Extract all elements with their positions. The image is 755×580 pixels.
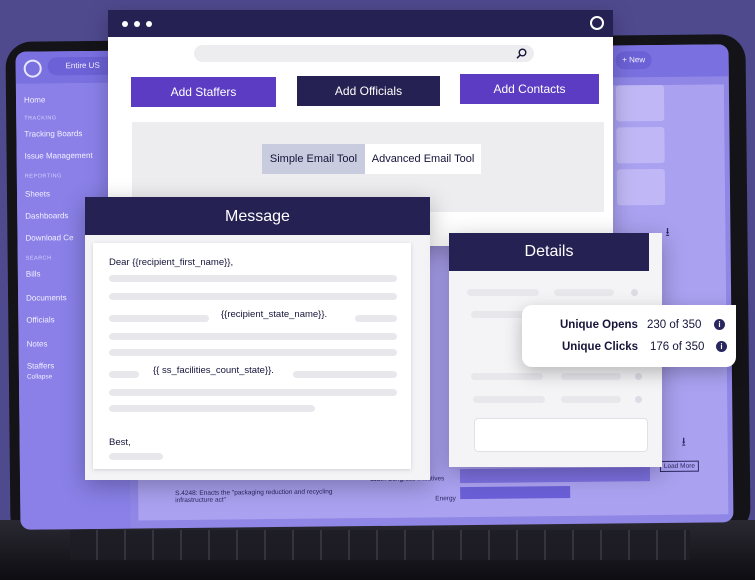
message-window: Message Dear {{recipient_first_name}}, {… bbox=[85, 197, 430, 480]
chart-category-label: Energy bbox=[435, 495, 456, 503]
sidebar-item-notes[interactable]: Notes bbox=[27, 339, 48, 348]
detail-placeholder bbox=[561, 396, 621, 403]
download-icon[interactable]: ⭳ bbox=[665, 223, 669, 244]
load-more-button[interactable]: Load More bbox=[659, 460, 700, 473]
details-title: Details bbox=[449, 233, 649, 271]
add-contacts-button[interactable]: Add Contacts bbox=[460, 74, 599, 104]
add-staffers-button[interactable]: Add Staffers bbox=[131, 77, 276, 107]
message-greeting: Dear {{recipient_first_name}}, bbox=[109, 257, 234, 268]
detail-indicator bbox=[631, 289, 638, 296]
variable-facilities-count: {{ ss_facilities_count_state}}. bbox=[153, 365, 274, 376]
window-titlebar bbox=[108, 10, 613, 37]
message-closing: Best, bbox=[109, 437, 131, 448]
sidebar-item-tracking-boards[interactable]: Tracking Boards bbox=[24, 129, 82, 139]
sidebar-section-search: SEARCH bbox=[25, 255, 52, 262]
text-placeholder-line bbox=[355, 315, 397, 322]
window-dot bbox=[122, 21, 128, 27]
message-title: Message bbox=[85, 197, 430, 235]
stat-value-opens: 230 of 350 bbox=[647, 319, 702, 331]
bar-segment bbox=[460, 485, 571, 500]
stat-value-clicks: 176 of 350 bbox=[650, 341, 705, 353]
stat-label-opens: Unique Opens bbox=[560, 319, 638, 331]
stat-label-clicks: Unique Clicks bbox=[562, 341, 639, 353]
text-placeholder-line bbox=[109, 405, 315, 412]
bar-segment bbox=[459, 467, 651, 484]
sidebar-item-staffers[interactable]: Staffers bbox=[27, 361, 55, 370]
detail-indicator bbox=[635, 396, 642, 403]
engagement-stats-card: Unique Opens 230 of 350 i Unique Clicks … bbox=[522, 305, 736, 367]
right-card[interactable] bbox=[615, 84, 665, 122]
info-icon[interactable]: i bbox=[716, 341, 727, 352]
sidebar-item-bills[interactable]: Bills bbox=[26, 269, 41, 278]
sidebar-collapse[interactable]: Collapse bbox=[27, 373, 52, 380]
search-icon[interactable] bbox=[516, 48, 527, 59]
laptop-keyboard bbox=[70, 530, 690, 560]
detail-indicator bbox=[635, 373, 642, 380]
text-placeholder-line bbox=[109, 349, 397, 356]
right-card[interactable] bbox=[616, 126, 665, 164]
add-officials-button[interactable]: Add Officials bbox=[297, 76, 440, 106]
text-placeholder-line bbox=[109, 371, 139, 378]
sidebar-item-sheets[interactable]: Sheets bbox=[25, 189, 50, 198]
text-placeholder-line bbox=[109, 293, 397, 300]
window-dot bbox=[146, 21, 152, 27]
details-input-field[interactable] bbox=[474, 418, 648, 452]
window-dot bbox=[134, 21, 140, 27]
search-input[interactable] bbox=[194, 45, 534, 62]
text-placeholder-line bbox=[109, 275, 397, 282]
text-placeholder-line bbox=[293, 371, 397, 378]
message-body[interactable]: Dear {{recipient_first_name}}, {{recipie… bbox=[93, 243, 411, 469]
text-placeholder-line bbox=[109, 333, 397, 340]
variable-state-name: {{recipient_state_name}}. bbox=[221, 309, 328, 320]
sidebar-item-home[interactable]: Home bbox=[24, 95, 45, 104]
sidebar-section-reporting: REPORTING bbox=[24, 173, 62, 180]
app-logo-icon bbox=[590, 16, 604, 30]
right-card[interactable] bbox=[616, 168, 666, 206]
sidebar-item-download-center[interactable]: Download Ce bbox=[25, 233, 73, 243]
text-placeholder-line bbox=[109, 315, 209, 322]
text-placeholder-line bbox=[109, 389, 397, 396]
tab-simple-email-tool[interactable]: Simple Email Tool bbox=[262, 144, 365, 174]
sidebar-item-documents[interactable]: Documents bbox=[26, 293, 67, 302]
sidebar-item-officials[interactable]: Officials bbox=[26, 315, 54, 324]
tab-advanced-email-tool[interactable]: Advanced Email Tool bbox=[365, 144, 481, 174]
bill-snippet: S.4248: Enacts the "packaging reduction … bbox=[175, 488, 333, 505]
detail-placeholder bbox=[561, 373, 621, 380]
detail-placeholder bbox=[473, 396, 545, 403]
detail-placeholder bbox=[467, 289, 539, 296]
app-logo-icon[interactable] bbox=[23, 59, 42, 78]
detail-placeholder bbox=[471, 373, 543, 380]
info-icon[interactable]: i bbox=[714, 319, 725, 330]
sidebar-item-dashboards[interactable]: Dashboards bbox=[25, 211, 68, 220]
detail-placeholder bbox=[554, 289, 614, 296]
sidebar-section-tracking: TRACKING bbox=[24, 115, 57, 122]
text-placeholder-line bbox=[109, 453, 163, 460]
sidebar-item-issue-management[interactable]: Issue Management bbox=[25, 151, 93, 161]
new-button[interactable]: + New bbox=[615, 51, 652, 70]
download-icon[interactable]: ⭳ bbox=[682, 433, 686, 454]
